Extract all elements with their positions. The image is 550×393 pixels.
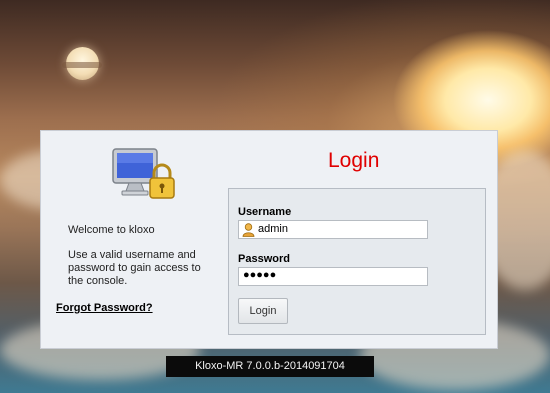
forgot-password-link[interactable]: Forgot Password? bbox=[56, 302, 153, 314]
username-value: admin bbox=[258, 223, 288, 235]
username-field[interactable]: admin bbox=[238, 220, 428, 239]
password-label: Password bbox=[238, 253, 290, 265]
login-form: Username admin Password ●●●●● Login bbox=[228, 188, 486, 335]
user-icon bbox=[242, 223, 255, 237]
username-label: Username bbox=[238, 206, 292, 218]
cloud-band bbox=[62, 62, 102, 68]
monitor-lock-icon bbox=[112, 148, 175, 199]
version-label: Kloxo-MR 7.0.0.b-2014091704 bbox=[166, 356, 374, 377]
password-field[interactable]: ●●●●● bbox=[238, 267, 428, 286]
login-panel: Welcome to kloxo Use a valid username an… bbox=[40, 130, 498, 349]
welcome-text: Welcome to kloxo bbox=[68, 224, 155, 236]
login-instructions: Use a valid username and password to gai… bbox=[68, 249, 201, 287]
login-button[interactable]: Login bbox=[238, 298, 288, 324]
login-title: Login bbox=[328, 149, 380, 172]
password-value: ●●●●● bbox=[243, 269, 277, 281]
